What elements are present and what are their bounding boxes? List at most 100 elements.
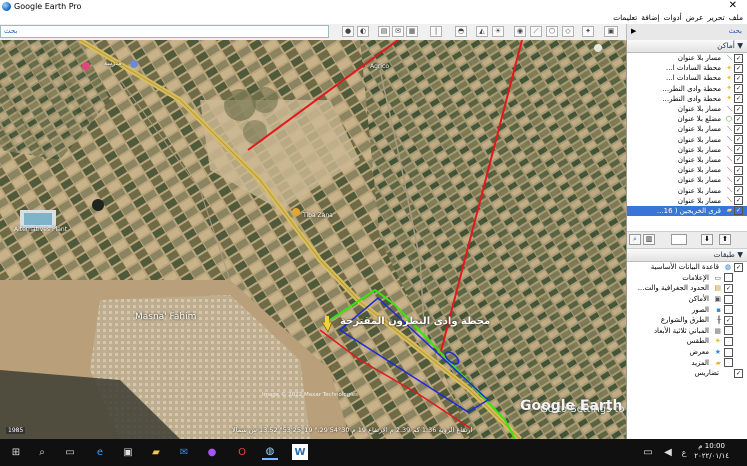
place-item[interactable]: ✓ ⟋ مسار بلا عنوان [627,155,747,165]
planet-icon[interactable]: ◓ [455,26,467,37]
historical-imagery-icon[interactable]: ◭ [476,26,488,37]
place-checkbox[interactable]: ✓ [734,84,743,94]
store-icon[interactable]: ▣ [120,444,136,460]
menu-add[interactable]: إضافة [641,13,659,24]
layer-checkbox[interactable] [724,273,733,283]
place-checkbox[interactable]: ✓ [734,165,743,175]
layer-item[interactable]: ☀ الطقس [627,336,747,347]
notification-icon[interactable]: ▭ [640,444,656,460]
sky-icon[interactable]: ◐ [357,26,369,37]
layer-item[interactable]: ▰ المزيد [627,357,747,368]
place-item[interactable]: ✓ ⟋ مسار بلا عنوان [627,145,747,155]
place-checkbox[interactable]: ✓ [734,206,743,216]
place-item[interactable]: ✓ ✦ محطة وادى النطر... [627,94,747,104]
place-checkbox[interactable]: ✓ [734,186,743,196]
menu-tools[interactable]: أدوات [664,13,682,24]
historical-year-badge[interactable]: 1985 [6,427,26,434]
email-icon[interactable]: ✉ [392,26,404,37]
layers-header[interactable]: ▼ طبقات [627,249,747,262]
places-list[interactable]: ✓ ⟋ مسار بلا عنوان ✓ ✦ محطة السادات ا... ✓ ✦ م… [627,53,747,231]
system-clock[interactable]: 10:00 م ٢٠٢٢/٠١/١٤ [694,441,729,461]
layer-checkbox[interactable] [724,305,733,315]
language-indicator[interactable]: ع [676,444,692,460]
layer-item[interactable]: ✓ ╫ الطرق والشوارع [627,315,747,326]
place-checkbox[interactable]: ✓ [734,196,743,206]
record-tour-icon[interactable]: ◉ [514,26,526,37]
menu-file[interactable]: ملف [729,13,743,24]
layer-checkbox[interactable] [724,326,733,336]
place-checkbox[interactable]: ✓ [734,145,743,155]
layers-list[interactable]: ✓ ◍ قاعدة البيانات الأساسية ▭ الإعلامات ✓ ▤ ا… [627,262,747,379]
place-item[interactable]: ✓ ⟋ مسار بلا عنوان [627,135,747,145]
place-item[interactable]: ✓ ⟋ مسار بلا عنوان [627,175,747,185]
google-earth-taskbar-icon[interactable]: ◍ [262,444,278,460]
layer-item[interactable]: ★ معرض [627,347,747,358]
place-item[interactable]: ✓ ✦ محطة السادات ا... [627,63,747,73]
place-item[interactable]: ✓ ✦ محطة وادى النطر... [627,84,747,94]
map-view[interactable]: محطة وادى النطرون المقترحة Masna' Fahim … [0,40,626,439]
place-item[interactable]: ✓ ⟋ مسار بلا عنوان [627,124,747,134]
sidebar-toggle-icon[interactable]: ▣ [604,26,618,37]
place-item[interactable]: ✓ ⟋ مسار بلا عنوان [627,165,747,175]
place-checkbox[interactable]: ✓ [734,63,743,73]
word-icon[interactable]: W [292,444,308,460]
place-checkbox[interactable]: ✓ [734,104,743,114]
place-item-selected[interactable]: ✓ ▰ قرى الخريجين ( 16... [627,205,747,216]
save-image-icon[interactable]: ▦ [406,26,418,37]
place-item[interactable]: ✓ ✦ محطة السادات ا... [627,73,747,83]
menu-view[interactable]: عرض [686,13,704,24]
layer-item[interactable]: ▪ الصور [627,304,747,315]
layer-checkbox[interactable]: ✓ [724,315,733,325]
search-icon[interactable]: ⌕ [34,444,50,460]
edge-icon[interactable]: e [92,444,108,460]
layer-checkbox[interactable] [724,294,733,304]
sidebar-search-header[interactable]: ▶ بحث [626,24,747,40]
place-item[interactable]: ✓ ⟋ مسار بلا عنوان [627,196,747,206]
task-view-icon[interactable]: ▭ [62,444,78,460]
place-item[interactable]: ✓ ⟋ مسار بلا عنوان [627,185,747,196]
add-placemark-icon[interactable]: ✦ [582,26,594,37]
place-checkbox[interactable]: ✓ [734,124,743,134]
close-window-button[interactable]: ✕ [729,0,737,11]
place-item[interactable]: ✓ ⟋ مسار بلا عنوان [627,53,747,63]
place-checkbox[interactable]: ✓ [734,94,743,104]
add-overlay-icon[interactable]: ◇ [562,26,574,37]
earth-icon[interactable]: ● [342,26,354,37]
place-checkbox[interactable]: ✓ [734,155,743,165]
layer-checkbox[interactable]: ✓ [734,368,743,378]
place-checkbox[interactable]: ✓ [734,114,743,124]
place-item[interactable]: ✓ ⬡ مضلع بلا عنوان [627,114,747,124]
place-checkbox[interactable]: ✓ [734,73,743,83]
layer-item[interactable]: ▭ الإعلامات [627,273,747,284]
opera-icon[interactable]: O [234,444,250,460]
place-checkbox[interactable]: ✓ [734,53,743,63]
place-checkbox[interactable]: ✓ [734,175,743,185]
print-icon[interactable]: ▤ [378,26,390,37]
layer-item[interactable]: ✓ ▤ الحدود الجغرافية والت... [627,283,747,294]
layer-checkbox[interactable] [724,347,733,357]
file-explorer-icon[interactable]: ▰ [148,444,164,460]
move-down-icon[interactable]: ⬇ [701,234,713,245]
volume-icon[interactable]: ◀ [660,444,676,460]
add-path-icon[interactable]: ⟋ [530,26,542,37]
move-up-icon[interactable]: ⬆ [719,234,731,245]
layer-item[interactable]: ▦ المباني ثلاثية الأبعاد [627,326,747,337]
windows-start-icon[interactable]: ⊞ [8,444,24,460]
places-header[interactable]: ▼ أماكن [627,40,747,53]
ruler-icon[interactable]: | [430,26,442,37]
layer-checkbox[interactable]: ✓ [724,283,733,293]
menu-edit[interactable]: تحرير [707,13,724,24]
places-filter-input[interactable] [671,234,687,245]
layer-item[interactable]: ✓ تضاريس [627,368,747,379]
app-icon[interactable]: ● [204,444,220,460]
layer-checkbox[interactable] [724,336,733,346]
menu-help[interactable]: تعليمات [613,13,637,24]
layer-checkbox[interactable]: ✓ [734,262,743,272]
panel-toggle-icon[interactable]: ▥ [643,234,655,245]
layer-checkbox[interactable] [724,358,733,368]
place-checkbox[interactable]: ✓ [734,135,743,145]
sunlight-icon[interactable]: ☀ [492,26,504,37]
layer-item[interactable]: ▣ الأماكن [627,294,747,305]
layer-item[interactable]: ✓ ◍ قاعدة البيانات الأساسية [627,262,747,273]
search-bar[interactable]: بحث [0,25,329,38]
